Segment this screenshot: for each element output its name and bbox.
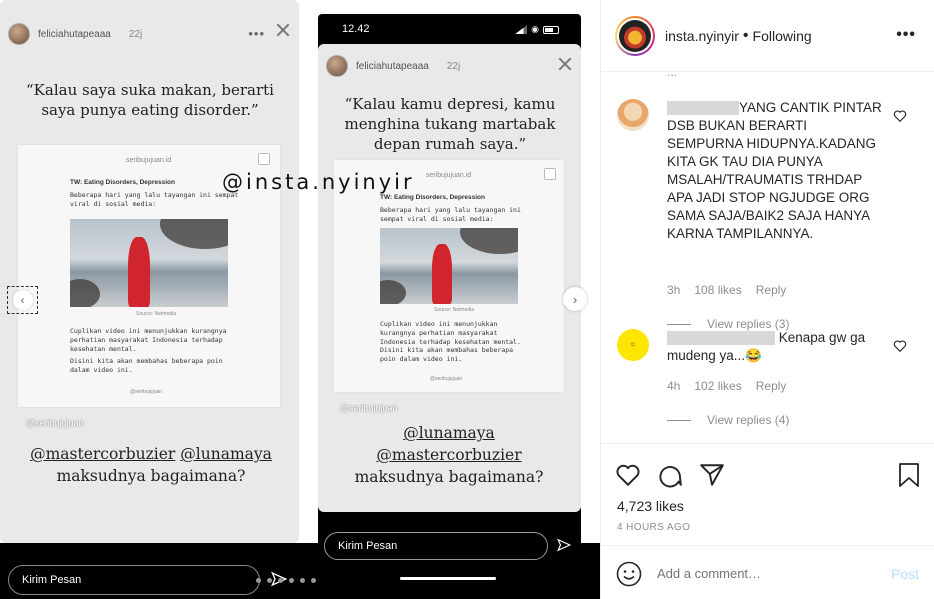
mention-lunamaya[interactable]: @lunamaya [180, 445, 272, 463]
comment-text: Kenapa gw ga mudeng ya...😂 [667, 330, 866, 363]
blurred-username [667, 101, 739, 116]
story-left-close-icon[interactable] [275, 22, 291, 38]
add-comment-input[interactable] [657, 566, 877, 581]
watermark: @insta.nyinyir [222, 170, 415, 194]
likes-count[interactable]: 4,723 likes [617, 498, 684, 514]
story-left-header: feliciahutapeaaa 22j [8, 22, 142, 46]
card-right-photo [380, 228, 518, 304]
story-right-caption-text: maksudnya bagaimana? [354, 468, 544, 486]
post-header: insta.nyinyir • Following ••• [601, 0, 934, 72]
comment-text: YANG CANTIK PINTAR DSB BUKAN BERARTI SEM… [667, 100, 882, 241]
like-comment-icon[interactable] [893, 339, 907, 353]
emoji-icon[interactable] [616, 561, 642, 587]
chevron-right-icon: › [572, 291, 578, 307]
blurred-username [667, 331, 775, 346]
card-right-tw: TW: Eating Disorders, Depression [380, 194, 485, 201]
card-handle: @seribujujuan [130, 389, 163, 395]
card-right-body1: Cuplikan video ini menunjukkan kurangnya… [380, 320, 521, 346]
story-left: feliciahutapeaaa 22j ••• “Kalau saya suk… [0, 0, 299, 543]
comment-meta: 3h 108 likes Reply [667, 283, 786, 297]
card-right-handle: @seribujujuan [430, 376, 463, 382]
comment-avatar[interactable]: ☺ [617, 329, 649, 361]
more-options-icon[interactable]: ••• [896, 26, 916, 44]
story-left-seribu: @seribujujuan [26, 418, 84, 428]
signal-icon [515, 25, 528, 34]
chevron-left-icon: ‹ [12, 290, 33, 310]
battery-icon [543, 25, 559, 34]
card-right-body2: Disini kita akan membahas beberapa poin … [380, 346, 514, 363]
comment-likes[interactable]: 102 likes [694, 379, 741, 393]
like-comment-icon[interactable] [893, 109, 907, 123]
story-right-seribu: @seribujujuan [340, 403, 398, 413]
card-logo: seribujujuan.id [126, 157, 172, 164]
mention-mastercorbuzier-right[interactable]: @mastercorbuzier [376, 446, 521, 464]
mention-mastercorbuzier[interactable]: @mastercorbuzier [30, 445, 175, 463]
card-right-source: Source: Netmedia [434, 307, 475, 313]
following-button[interactable]: Following [753, 28, 812, 44]
story-left-avatar[interactable] [8, 23, 30, 45]
comments-list: ... YANG CANTIK PINTAR DSB BUKAN BERARTI… [601, 73, 934, 443]
story-right-header: feliciahutapeaaa 22j [326, 54, 460, 78]
post-button[interactable]: Post [891, 566, 919, 582]
card-body2: Disini kita akan membahas beberapa poin … [70, 357, 223, 374]
card-right-logo: seribujujuan.id [426, 172, 472, 179]
reply-button[interactable]: Reply [756, 379, 787, 393]
separator-dot: • [742, 26, 749, 44]
add-comment-bar: Post [601, 545, 934, 599]
comment-time: 3h [667, 283, 681, 297]
card-body1: Cuplikan video ini menunjukkan kurangnya… [70, 327, 227, 353]
story-left-quote: “Kalau saya suka makan, berarti saya pun… [26, 81, 274, 119]
phone-status-bar: 12.42 ◉ [318, 14, 581, 44]
truncated-indicator: ... [667, 73, 677, 79]
card-right-checkbox [544, 168, 556, 180]
heart-icon[interactable] [615, 462, 641, 488]
reply-button[interactable]: Reply [756, 283, 787, 297]
card-right-intro: Beberapa hari yang lalu tayangan ini sem… [380, 206, 521, 223]
mention-lunamaya-right[interactable]: @lunamaya [403, 424, 495, 442]
account-avatar[interactable] [615, 15, 655, 56]
view-replies-button[interactable]: View replies (4) [667, 413, 789, 427]
story-left-caption: @mastercorbuzier @lunamaya maksudnya bag… [8, 443, 294, 487]
story-left-caption-text: maksudnya bagaimana? [56, 467, 246, 485]
story-right-close-icon[interactable] [557, 56, 573, 72]
comment-time: 4h [667, 379, 681, 393]
story-right-time: 22j [446, 60, 461, 72]
comment-icon[interactable] [657, 462, 683, 488]
story-right-card: seribujujuan.id TW: Eating Disorders, De… [334, 160, 564, 392]
bookmark-icon[interactable] [897, 462, 921, 488]
card-tw: TW: Eating Disorders, Depression [70, 179, 175, 186]
comment-avatar[interactable] [617, 99, 649, 131]
phone-time: 12.42 [342, 23, 370, 35]
action-icons [615, 462, 725, 488]
send-icon-right[interactable] [556, 538, 572, 552]
next-story-button[interactable]: › [563, 287, 587, 311]
post-panel: insta.nyinyir • Following ••• ... YANG C… [600, 0, 934, 599]
comment-meta: 4h 102 likes Reply [667, 379, 786, 393]
card-intro: Beberapa hari yang lalu tayangan ini sem… [70, 191, 239, 208]
story-right-username[interactable]: feliciahutapeaaa [356, 61, 429, 72]
home-indicator [400, 577, 496, 580]
story-right-quote: “Kalau kamu depresi, kamu menghina tukan… [344, 95, 556, 153]
post-time: 4 HOURS AGO [617, 522, 691, 533]
story-left-time: 22j [128, 28, 143, 40]
post-media: feliciahutapeaaa 22j ••• “Kalau saya suk… [0, 0, 600, 599]
card-source: Source: Netmedia [136, 311, 177, 317]
story-left-more-icon[interactable]: ••• [248, 26, 265, 41]
phone-status-icons: ◉ [515, 24, 559, 35]
share-icon[interactable] [699, 462, 725, 488]
prev-story-button[interactable]: ‹ [7, 286, 38, 314]
card-photo [70, 219, 228, 307]
story-right-avatar[interactable] [326, 55, 348, 77]
story-right-reply-input[interactable]: Kirim Pesan [324, 532, 548, 560]
wifi-icon: ◉ [531, 24, 539, 34]
post-actions: 4,723 likes 4 HOURS AGO [601, 443, 934, 543]
story-left-reply-input[interactable]: Kirim Pesan [8, 565, 260, 595]
story-right-caption: @lunamaya @mastercorbuzier maksudnya bag… [318, 422, 580, 488]
card-checkbox [258, 153, 270, 165]
comment-likes[interactable]: 108 likes [694, 283, 741, 297]
account-name[interactable]: insta.nyinyir [665, 28, 739, 44]
story-left-username[interactable]: feliciahutapeaaa [38, 29, 111, 40]
